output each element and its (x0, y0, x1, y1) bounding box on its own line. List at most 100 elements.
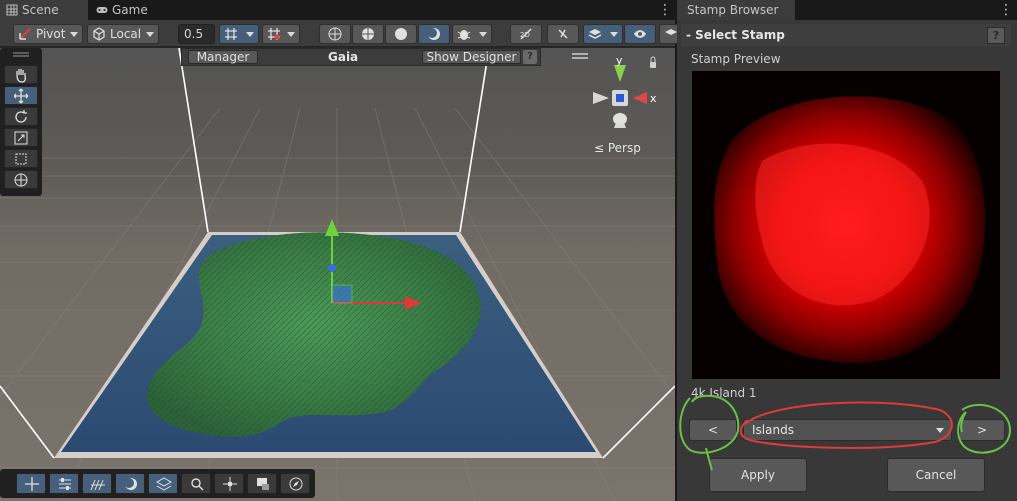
stamp-help-icon[interactable]: ? (987, 27, 1005, 44)
scene-toolbar: Pivot Local 0.5 2D (0, 20, 679, 47)
crosshair-icon (223, 477, 237, 491)
gaia-toolbar: Manager Gaia Show Designer ? (181, 48, 541, 66)
tab-scene[interactable]: Scene (0, 0, 88, 20)
chevron-down-icon (610, 32, 618, 37)
lighting-toggle-button[interactable] (547, 24, 579, 44)
compass-icon (289, 477, 303, 491)
debug-draw-mode-button[interactable] (452, 24, 492, 44)
move-tool-button[interactable] (4, 86, 38, 105)
stamp-browser-window: Stamp Browser ⋮ - Select Stamp ? Stamp P… (677, 0, 1017, 501)
gizmos-button[interactable] (659, 24, 679, 44)
cube-icon (93, 27, 105, 41)
pivot-label: Pivot (36, 27, 66, 41)
overlay-menu-icon[interactable] (571, 51, 589, 61)
stamp-browser-tabbar: Stamp Browser ⋮ (677, 0, 1017, 20)
chevron-down-icon (287, 32, 295, 37)
tab-scene-label: Scene (22, 3, 59, 17)
wireframe-sphere-icon (328, 27, 342, 41)
increment-snap-button[interactable] (262, 24, 300, 44)
stamp-heightmap-graphic (692, 71, 1000, 379)
cancel-button[interactable]: Cancel (887, 458, 985, 492)
shaded-wireframe-button[interactable] (352, 24, 384, 44)
chevron-down-icon (246, 32, 254, 37)
grid-snap-icon (225, 28, 237, 40)
grid-snapping-button[interactable] (219, 24, 259, 44)
gizmo-y-label: y (616, 54, 623, 67)
drag-handle-icon[interactable] (13, 52, 29, 58)
bottom-compass-button[interactable] (280, 473, 310, 494)
transform-tool-button[interactable] (4, 170, 38, 189)
terrain-scene-graphic: y x (0, 48, 675, 501)
bottom-settings-button[interactable] (49, 473, 79, 494)
gaia-tools-overlay (0, 469, 315, 498)
scene-viewport[interactable]: y x ≤ Persp Manager Gaia Show Designer ? (0, 48, 675, 501)
bottom-spawn-button[interactable] (214, 473, 244, 494)
select-stamp-foldout[interactable]: - Select Stamp (681, 24, 1011, 46)
2d-toggle-button[interactable]: 2D (510, 24, 542, 44)
chevron-down-icon (70, 32, 78, 37)
stamp-browser-more-icon[interactable]: ⋮ (999, 2, 1013, 18)
search-icon (191, 478, 204, 491)
tools-overlay (0, 48, 42, 196)
increment-snap-icon (268, 28, 280, 40)
scene-more-icon[interactable]: ⋮ (658, 2, 672, 18)
shaded-sphere-icon (395, 28, 407, 40)
stamp-icon (257, 478, 269, 490)
layers-icon (588, 29, 602, 39)
move-icon (25, 477, 39, 491)
rect-transform-icon (15, 153, 27, 165)
scene-visibility-button[interactable] (624, 24, 656, 44)
shaded-button[interactable] (385, 24, 417, 44)
view-tool-button[interactable] (4, 65, 38, 84)
scene-tabbar: Scene Game ⋮ (0, 0, 675, 20)
bottom-lighting-button[interactable] (115, 473, 145, 494)
gizmo-layers-icon (665, 29, 677, 35)
gaia-manager-button[interactable]: Manager (188, 50, 258, 64)
rotate-tool-button[interactable] (4, 107, 38, 126)
gizmo-x-label: x (650, 92, 657, 105)
gaia-title: Gaia (328, 50, 359, 64)
hand-icon (16, 69, 27, 83)
show-designer-button[interactable]: Show Designer (422, 50, 521, 64)
pivot-dropdown[interactable]: Pivot (13, 24, 83, 44)
tab-stamp-browser[interactable]: Stamp Browser (677, 0, 795, 20)
moon-icon (124, 478, 137, 490)
gamepad-icon (96, 7, 108, 13)
lit-shading-button[interactable] (418, 24, 450, 44)
rotate-icon (15, 110, 27, 123)
light-off-icon (558, 29, 568, 39)
scale-tool-button[interactable] (4, 128, 38, 147)
tab-game[interactable]: Game (90, 0, 164, 20)
chevron-down-icon (146, 32, 154, 37)
next-stamp-button[interactable]: > (959, 419, 1005, 441)
local-label: Local (110, 27, 142, 41)
select-stamp-title: - Select Stamp (686, 28, 785, 42)
sliders-icon (59, 478, 71, 490)
grid-icon (6, 4, 18, 16)
stamp-category-dropdown[interactable]: Islands (743, 419, 952, 441)
bottom-stamp-button[interactable] (247, 473, 277, 494)
grid-snap-field[interactable]: 0.5 (178, 24, 215, 44)
bottom-search-button[interactable] (181, 473, 211, 494)
projection-toggle[interactable]: ≤ Persp (594, 141, 641, 155)
chevron-down-icon (936, 428, 944, 433)
bottom-move-button[interactable] (16, 473, 46, 494)
stamp-preview-image (692, 71, 1000, 379)
2d-icon: 2D (520, 28, 532, 40)
scene-fx-button[interactable] (583, 24, 623, 44)
move-icon (14, 88, 28, 104)
gaia-help-icon[interactable]: ? (523, 50, 537, 64)
scene-window: Scene Game ⋮ Pivot Local 0.5 2D y x ≤ Pe… (0, 0, 679, 501)
rect-tool-button[interactable] (4, 149, 38, 168)
lit-sphere-icon (427, 28, 440, 40)
transform-icon (14, 173, 28, 187)
previous-stamp-button[interactable]: < (689, 419, 737, 441)
pivot-icon (19, 28, 31, 40)
svg-text:2D: 2D (520, 31, 530, 39)
bottom-layers-button[interactable] (148, 473, 178, 494)
apply-button[interactable]: Apply (709, 458, 807, 492)
local-dropdown[interactable]: Local (87, 24, 159, 44)
stamp-preview-label: Stamp Preview (691, 52, 781, 66)
bottom-terrain-button[interactable] (82, 473, 112, 494)
wireframe-shading-button[interactable] (319, 24, 351, 44)
